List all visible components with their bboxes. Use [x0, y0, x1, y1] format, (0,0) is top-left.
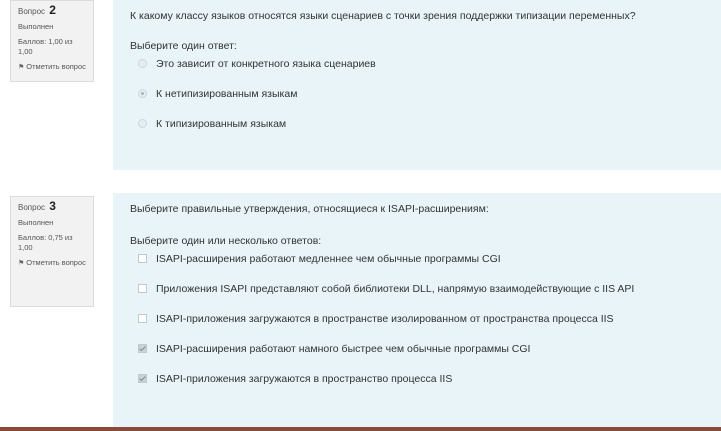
question-number-value: 2	[49, 3, 56, 17]
question-info-2: Вопрос 2 Выполнен Баллов: 1,00 из 1,00 ⚑…	[10, 0, 94, 82]
answer-label: ISAPI-приложения загружаются в пространс…	[156, 313, 614, 325]
checkbox[interactable]	[138, 254, 147, 263]
answer-option[interactable]: ISAPI-расширения работают медленнее чем …	[130, 253, 711, 283]
answer-label: Приложения ISAPI представляют собой библ…	[156, 283, 635, 295]
question-label: Вопрос	[18, 7, 46, 16]
answer-prompt: Выберите один или несколько ответов:	[130, 235, 322, 247]
question-grade: Баллов: 0,75 из 1,00	[18, 233, 73, 252]
checkbox-checked[interactable]	[138, 374, 147, 383]
question-text: К какому классу языков относятся языки с…	[130, 10, 636, 22]
checkbox[interactable]	[138, 284, 147, 293]
question-status: Выполнен	[18, 22, 54, 31]
question-grade: Баллов: 1,00 из 1,00	[18, 37, 73, 56]
answer-label: Это зависит от конкретного языка сценари…	[156, 58, 376, 70]
checkbox[interactable]	[138, 314, 147, 323]
flag-question-link[interactable]: ⚑ Отметить вопрос	[18, 258, 87, 269]
radio-button[interactable]	[138, 119, 147, 128]
answer-option[interactable]: К нетипизированным языкам	[130, 88, 711, 118]
answer-option[interactable]: Это зависит от конкретного языка сценари…	[130, 58, 711, 88]
radio-button[interactable]	[138, 59, 147, 68]
answer-option[interactable]: ISAPI-приложения загружаются в пространс…	[130, 373, 711, 403]
question-status: Выполнен	[18, 218, 54, 227]
flag-question-link[interactable]: ⚑ Отметить вопрос	[18, 62, 87, 73]
answer-label: ISAPI-расширения работают медленнее чем …	[156, 253, 501, 265]
flag-label: Отметить вопрос	[26, 258, 86, 267]
answer-option[interactable]: Приложения ISAPI представляют собой библ…	[130, 283, 711, 313]
answer-label: ISAPI-приложения загружаются в пространс…	[156, 373, 453, 385]
taskbar-edge	[0, 427, 721, 431]
answer-label: К нетипизированным языкам	[156, 88, 298, 100]
answer-prompt: Выберите один ответ:	[130, 40, 237, 52]
question-label: Вопрос	[18, 203, 46, 212]
question-number: Вопрос 2	[18, 3, 87, 17]
checkbox-checked[interactable]	[138, 344, 147, 353]
question-content-3: Выберите правильные утверждения, относящ…	[113, 193, 721, 427]
answer-option[interactable]: ISAPI-расширения работают намного быстре…	[130, 343, 711, 373]
flag-icon: ⚑	[18, 260, 25, 267]
question-number-value: 3	[49, 199, 56, 213]
flag-label: Отметить вопрос	[26, 62, 86, 71]
question-number: Вопрос 3	[18, 199, 87, 213]
question-content-2: К какому классу языков относятся языки с…	[113, 0, 721, 170]
flag-icon: ⚑	[18, 64, 25, 71]
answer-label: К типизированным языкам	[156, 118, 287, 130]
answer-option[interactable]: ISAPI-приложения загружаются в пространс…	[130, 313, 711, 343]
answer-option[interactable]: К типизированным языкам	[130, 118, 711, 148]
question-info-3: Вопрос 3 Выполнен Баллов: 0,75 из 1,00 ⚑…	[10, 196, 94, 307]
question-text: Выберите правильные утверждения, относящ…	[130, 203, 489, 215]
radio-button-selected[interactable]	[138, 89, 147, 98]
answer-label: ISAPI-расширения работают намного быстре…	[156, 343, 531, 355]
